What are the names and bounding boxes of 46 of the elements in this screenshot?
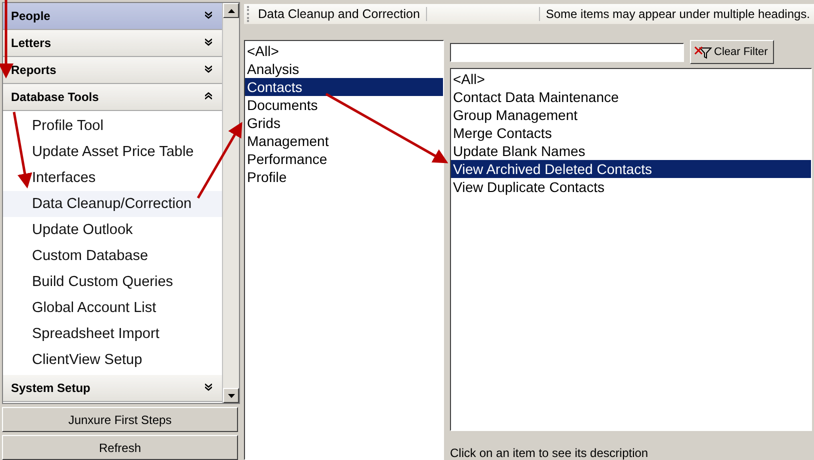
funnel-cross-icon — [694, 45, 712, 59]
sidebar-item[interactable]: Custom Database — [3, 243, 222, 269]
sidebar-item[interactable]: Data Cleanup/Correction — [3, 191, 222, 217]
list-item[interactable]: Update Blank Names — [451, 142, 811, 160]
list-item[interactable]: Management — [245, 132, 443, 150]
toolbar-title: Data Cleanup and Correction — [256, 7, 427, 21]
scrollbar[interactable] — [222, 3, 239, 403]
list-item[interactable]: View Archived Deleted Contacts — [451, 160, 811, 178]
up-arrow-icon — [228, 8, 234, 12]
sidebar-item[interactable]: Profile Tool — [3, 113, 222, 139]
filter-field[interactable] — [450, 42, 684, 62]
sidebar-button[interactable]: Junxure First Steps — [2, 407, 238, 432]
down-arrow-icon — [228, 394, 234, 398]
section-header[interactable]: Letters — [3, 30, 222, 57]
sidebar-item[interactable]: Build Custom Queries — [3, 269, 222, 295]
list-item[interactable]: Grids — [245, 114, 443, 132]
expand-icon — [205, 382, 212, 394]
list-item[interactable]: View Duplicate Contacts — [451, 178, 811, 196]
sidebar-item[interactable]: Interfaces — [3, 165, 222, 191]
toolbar-note: Some items may appear under multiple headings. — [538, 7, 814, 21]
list-item[interactable]: <All> — [451, 70, 811, 88]
list-item[interactable]: Merge Contacts — [451, 124, 811, 142]
expand-icon — [205, 10, 212, 22]
list-item[interactable]: Documents — [245, 96, 443, 114]
sidebar-item[interactable]: Global Account List — [3, 295, 222, 321]
expand-icon — [205, 38, 212, 48]
sidebar-button[interactable]: Refresh — [2, 435, 238, 460]
section-header[interactable]: Reports — [3, 57, 222, 84]
expand-icon — [205, 64, 212, 76]
section-header[interactable]: Database Tools — [3, 84, 222, 111]
list-item[interactable]: Analysis — [245, 60, 443, 78]
sidebar-item[interactable]: Spreadsheet Import — [3, 321, 222, 347]
sidebar-item[interactable]: ClientView Setup — [3, 347, 222, 373]
collapse-icon — [205, 92, 212, 102]
list-item[interactable]: <All> — [245, 42, 443, 60]
list-item[interactable]: Performance — [245, 150, 443, 168]
list-item[interactable]: Contacts — [245, 78, 443, 96]
list-item[interactable]: Contact Data Maintenance — [451, 88, 811, 106]
section-header[interactable]: System Setup — [3, 375, 222, 402]
list-item[interactable]: Group Management — [451, 106, 811, 124]
section-header[interactable]: People — [3, 3, 222, 30]
list-item[interactable]: Profile — [245, 168, 443, 186]
sidebar-item[interactable]: Update Outlook — [3, 217, 222, 243]
sidebar-item[interactable]: Update Asset Price Table — [3, 139, 222, 165]
description-text: Click on an item to see its description — [450, 446, 650, 460]
clear-filter-button[interactable]: Clear Filter — [690, 40, 774, 64]
